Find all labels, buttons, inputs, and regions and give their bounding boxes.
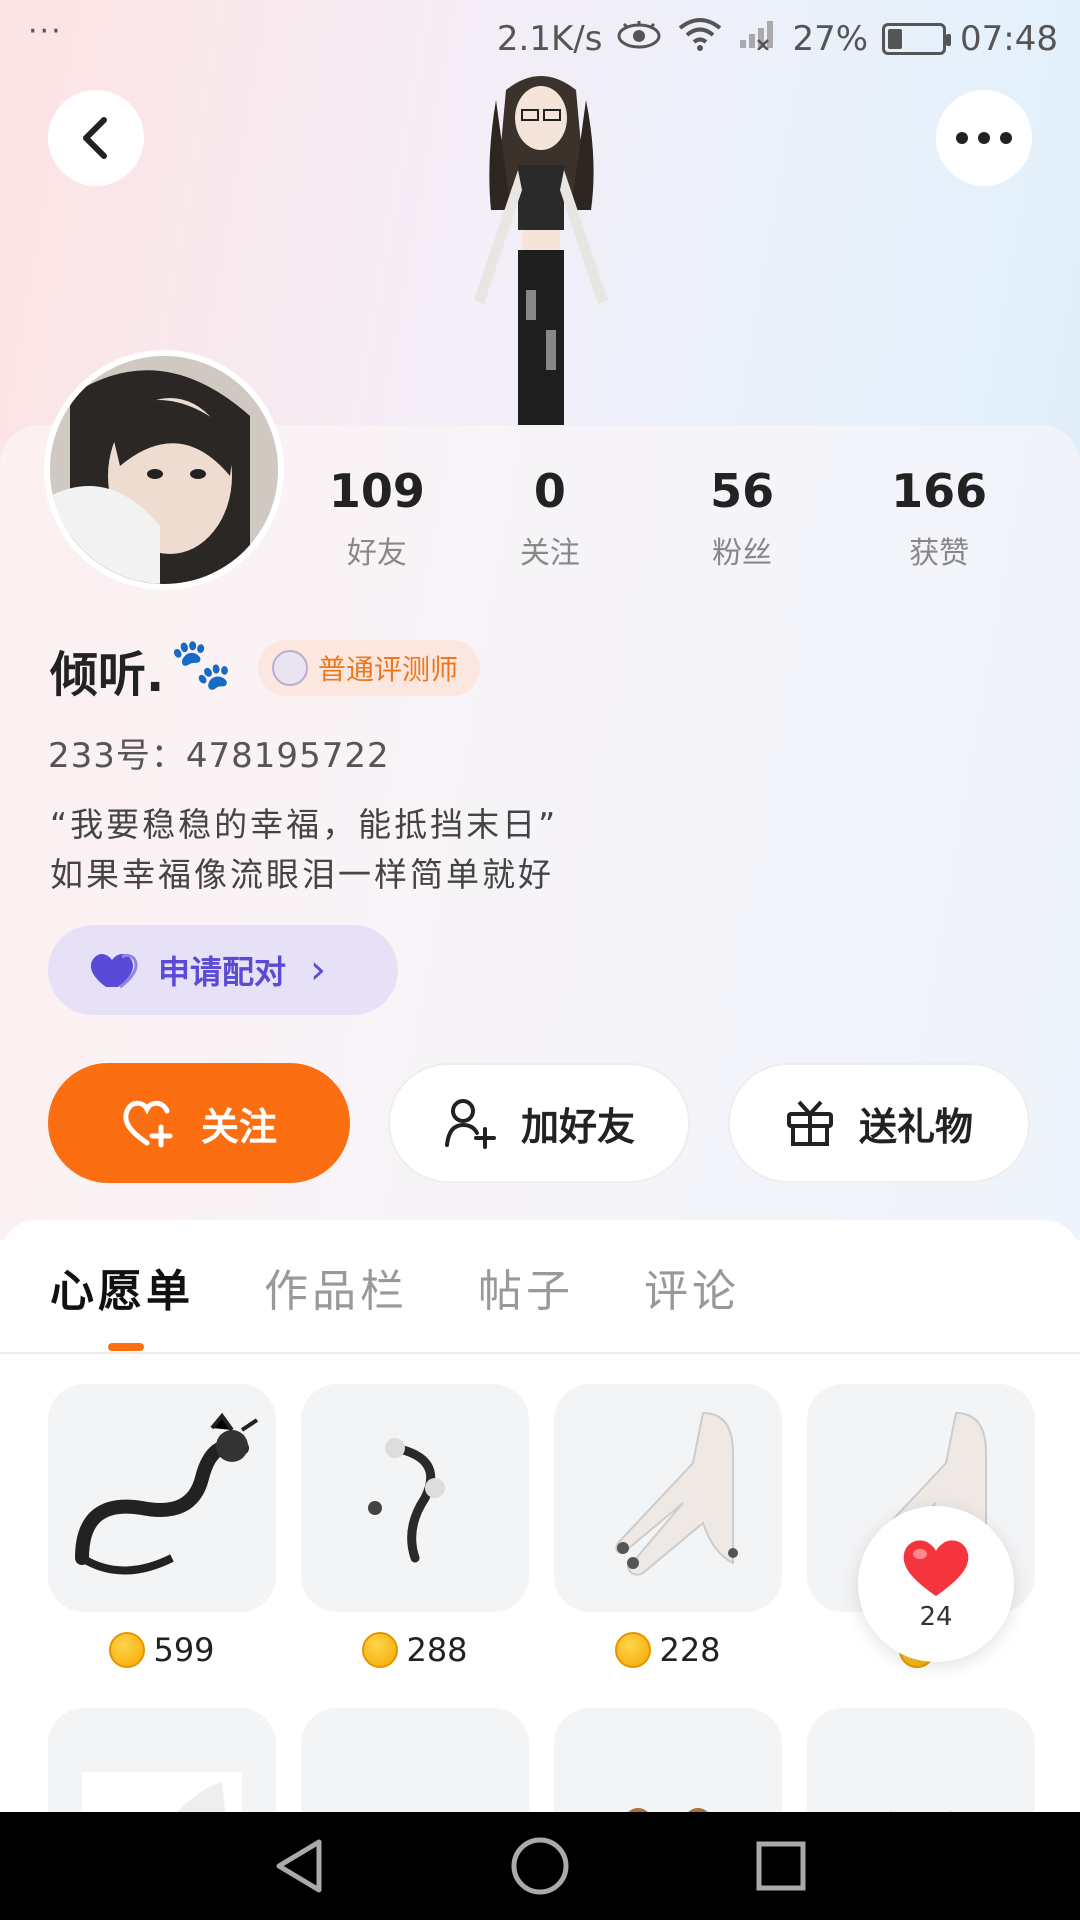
stat-friends-count: 109 — [328, 464, 425, 518]
send-gift-button[interactable]: 送礼物 — [728, 1063, 1030, 1183]
stat-likes-count: 166 — [891, 464, 988, 518]
add-user-icon — [444, 1099, 496, 1149]
coin-icon — [109, 1632, 146, 1668]
item-price: 599 — [48, 1630, 276, 1670]
chevron-left-icon — [83, 117, 107, 159]
send-gift-label: 送礼物 — [858, 1104, 973, 1149]
wifi-icon — [676, 16, 724, 61]
dragon-icon — [48, 1384, 276, 1612]
back-triangle-icon[interactable] — [273, 1838, 325, 1894]
follow-button[interactable]: 关注 — [48, 1063, 350, 1183]
follow-label: 关注 — [200, 1104, 277, 1149]
net-speed: 2.1K/s — [496, 18, 603, 59]
heart-icon — [90, 953, 138, 989]
more-button[interactable] — [936, 90, 1032, 186]
add-friend-label: 加好友 — [520, 1104, 635, 1149]
recents-square-icon[interactable] — [755, 1840, 807, 1892]
system-navigation-bar — [0, 1812, 1080, 1920]
avatar-photo — [50, 356, 278, 584]
profile-stats: 109 好友 0 关注 56 粉丝 166 获赞 — [300, 460, 1040, 572]
tab-comments[interactable]: 评论 — [644, 1255, 740, 1319]
wishlist-item[interactable]: 228 — [554, 1384, 782, 1670]
badge-avatar-icon — [272, 650, 308, 686]
add-friend-button[interactable]: 加好友 — [388, 1063, 690, 1183]
hair-accessory-icon — [301, 1384, 529, 1612]
active-tab-indicator — [108, 1343, 144, 1351]
price-value: 228 — [659, 1631, 721, 1669]
stat-friends[interactable]: 109 好友 — [300, 460, 454, 572]
pair-request-label: 申请配对 — [158, 953, 287, 991]
item-price: 228 — [554, 1630, 782, 1670]
status-overflow: ··· — [28, 14, 63, 49]
glove-icon — [554, 1384, 782, 1612]
stat-fans-label: 粉丝 — [712, 536, 773, 571]
bio-line-1: “我要稳稳的幸福，能抵挡末日” — [50, 805, 559, 844]
coin-icon — [362, 1632, 399, 1668]
more-dots-icon — [956, 132, 1012, 144]
signal-icon — [738, 18, 778, 59]
stat-following-count: 0 — [533, 464, 566, 518]
stat-friends-label: 好友 — [346, 536, 407, 571]
reviewer-badge[interactable]: 普通评测师 — [258, 640, 481, 696]
user-id[interactable]: 233号：478195722 — [48, 728, 390, 777]
stat-fans[interactable]: 56 粉丝 — [646, 460, 838, 572]
wishlist-item[interactable]: 599 — [48, 1384, 276, 1670]
battery-icon — [882, 22, 952, 55]
bio-line-2: 如果幸福像流眼泪一样简单就好 — [50, 855, 554, 894]
heart-plus-icon — [123, 1100, 173, 1148]
gift-icon — [786, 1100, 833, 1146]
divider — [0, 1352, 1080, 1354]
stat-following-label: 关注 — [519, 536, 580, 571]
like-count: 24 — [919, 1602, 953, 1632]
username: 倾听. — [50, 647, 165, 703]
avatar-3d-figure[interactable] — [436, 70, 646, 430]
price-value: 599 — [153, 1631, 215, 1669]
item-price: 288 — [301, 1630, 529, 1670]
battery-percent: 27% — [792, 18, 869, 59]
stat-following[interactable]: 0 关注 — [454, 460, 646, 572]
user-id-label: 233号： — [48, 736, 186, 776]
bio: “我要稳稳的幸福，能抵挡末日” 如果幸福像流眼泪一样简单就好 — [50, 800, 558, 900]
badge-label: 普通评测师 — [318, 653, 459, 686]
stat-fans-count: 56 — [710, 464, 775, 518]
user-id-value: 478195722 — [185, 736, 390, 776]
stat-likes[interactable]: 166 获赞 — [838, 460, 1040, 572]
tab-wishlist[interactable]: 心愿单 — [50, 1255, 194, 1319]
profile-tabs: 心愿单 作品栏 帖子 评论 — [50, 1255, 740, 1319]
heart-icon — [903, 1540, 969, 1596]
price-value: 288 — [406, 1631, 468, 1669]
chevron-right-icon: › — [310, 947, 327, 993]
action-buttons: 关注 加好友 送礼物 — [48, 1063, 1032, 1183]
status-bar: ··· 2.1K/s 27% 07:48 — [0, 0, 1080, 76]
stat-likes-label: 获赞 — [909, 536, 970, 571]
paw-icon: 🐾 — [170, 635, 233, 693]
like-floating-button[interactable]: 24 — [858, 1506, 1014, 1662]
wishlist-item[interactable]: 288 — [301, 1384, 529, 1670]
eye-icon — [616, 19, 662, 59]
home-circle-icon[interactable] — [510, 1836, 570, 1896]
tab-posts[interactable]: 帖子 — [478, 1255, 574, 1319]
tab-works[interactable]: 作品栏 — [264, 1255, 408, 1319]
coin-icon — [615, 1632, 652, 1668]
clock: 07:48 — [960, 18, 1058, 59]
pair-request-button[interactable]: 申请配对 › — [48, 925, 398, 1015]
back-button[interactable] — [48, 90, 144, 186]
avatar[interactable] — [44, 350, 284, 590]
